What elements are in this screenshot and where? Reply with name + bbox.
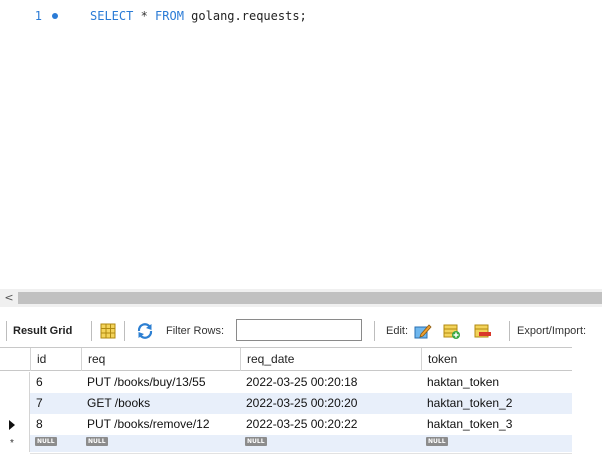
table-row[interactable]: 8 PUT /books/remove/12 2022-03-25 00:20:… bbox=[0, 414, 572, 435]
cell-id[interactable]: 8 bbox=[30, 414, 43, 435]
scroll-left-icon[interactable]: < bbox=[2, 289, 16, 307]
edit-row-icon[interactable] bbox=[414, 322, 432, 340]
table-row[interactable]: 6 PUT /books/buy/13/55 2022-03-25 00:20:… bbox=[0, 372, 572, 393]
row-marker[interactable]: * bbox=[0, 435, 30, 452]
refresh-icon[interactable] bbox=[136, 322, 154, 340]
edit-label: Edit: bbox=[386, 325, 409, 337]
cell-req[interactable]: PUT /books/buy/13/55 bbox=[81, 372, 206, 393]
cell-req-date[interactable]: 2022-03-25 00:20:18 bbox=[240, 372, 357, 393]
null-badge[interactable]: NULL bbox=[86, 437, 108, 446]
scrollbar-thumb[interactable] bbox=[18, 292, 602, 304]
cell-token[interactable]: haktan_token bbox=[421, 372, 499, 393]
new-row[interactable]: * NULL NULL NULL NULL bbox=[0, 435, 572, 452]
toolbar-separator bbox=[91, 321, 92, 341]
cell-req-date[interactable]: 2022-03-25 00:20:20 bbox=[240, 393, 357, 414]
cell-id[interactable]: 6 bbox=[30, 372, 43, 393]
null-badge[interactable]: NULL bbox=[426, 437, 448, 446]
sql-statement[interactable]: SELECT * FROM golang.requests; bbox=[90, 7, 307, 25]
result-toolbar: Result Grid Filter Rows: Edit: Export/Im… bbox=[0, 315, 602, 347]
line-number: 1 bbox=[34, 9, 42, 23]
column-header-id[interactable]: id bbox=[30, 348, 81, 371]
column-header-req-date[interactable]: req_date bbox=[240, 348, 421, 371]
table-row[interactable]: 7 GET /books 2022-03-25 00:20:20 haktan_… bbox=[0, 393, 572, 414]
toolbar-separator bbox=[124, 321, 125, 341]
filter-rows-label: Filter Rows: bbox=[166, 325, 225, 337]
grid-view-icon[interactable] bbox=[99, 322, 117, 340]
cell-req[interactable]: PUT /books/remove/12 bbox=[81, 414, 210, 435]
cell-id[interactable]: 7 bbox=[30, 393, 43, 414]
null-badge[interactable]: NULL bbox=[35, 437, 57, 446]
toolbar-separator bbox=[374, 321, 375, 341]
cell-token[interactable]: haktan_token_3 bbox=[421, 414, 512, 435]
export-import-label[interactable]: Export/Import: bbox=[517, 323, 586, 339]
keyword-from: FROM bbox=[155, 9, 184, 23]
row-marker[interactable] bbox=[0, 393, 30, 414]
sql-editor[interactable]: 1 SELECT * FROM golang.requests; bbox=[0, 0, 602, 288]
result-grid-tab[interactable]: Result Grid bbox=[13, 323, 72, 339]
editor-horizontal-scrollbar[interactable]: < bbox=[0, 289, 602, 307]
cell-req[interactable]: GET /books bbox=[81, 393, 150, 414]
cell-token[interactable]: haktan_token_2 bbox=[421, 393, 512, 414]
table-name: golang.requests; bbox=[183, 9, 307, 23]
delete-row-icon[interactable] bbox=[474, 322, 492, 340]
null-badge[interactable]: NULL bbox=[245, 437, 267, 446]
toolbar-separator bbox=[6, 321, 7, 341]
grid-divider bbox=[30, 453, 572, 454]
filter-rows-input[interactable] bbox=[236, 319, 362, 341]
cell-req-date[interactable]: 2022-03-25 00:20:22 bbox=[240, 414, 357, 435]
row-marker[interactable] bbox=[0, 414, 30, 435]
row-marker[interactable] bbox=[0, 372, 30, 393]
select-star: * bbox=[133, 9, 156, 23]
add-row-icon[interactable] bbox=[443, 322, 461, 340]
toolbar-separator bbox=[509, 321, 510, 341]
new-row-asterisk-icon: * bbox=[10, 438, 14, 449]
editor-line-1[interactable]: 1 SELECT * FROM golang.requests; bbox=[0, 7, 602, 25]
line-execution-dot-icon bbox=[52, 13, 58, 19]
keyword-select: SELECT bbox=[90, 9, 134, 23]
column-header-token[interactable]: token bbox=[421, 348, 572, 371]
column-header-req[interactable]: req bbox=[81, 348, 240, 371]
current-row-arrow-icon bbox=[9, 420, 15, 430]
grid-header-row: id req req_date token bbox=[0, 347, 572, 371]
